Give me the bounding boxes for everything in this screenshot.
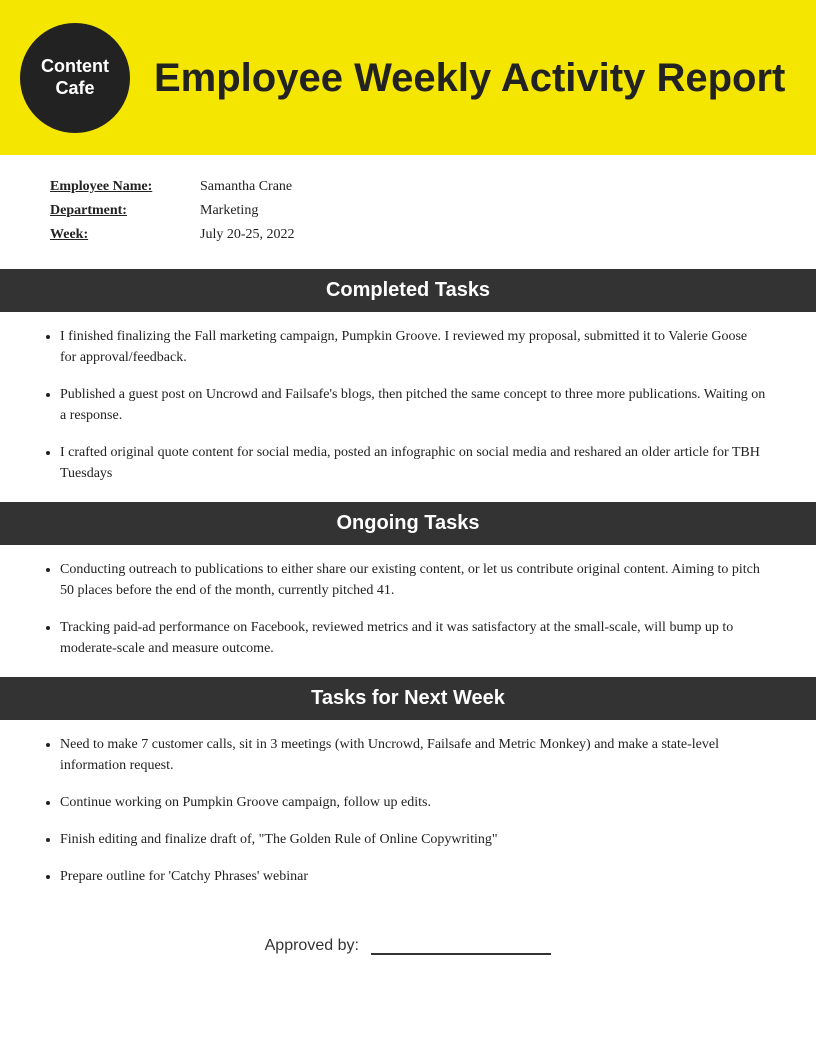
- week-label: Week:: [50, 227, 200, 243]
- week-row: Week: July 20-25, 2022: [50, 227, 766, 243]
- list-item: Finish editing and finalize draft of, "T…: [60, 829, 766, 850]
- employee-name-value: Samantha Crane: [200, 179, 292, 195]
- list-item: Prepare outline for 'Catchy Phrases' web…: [60, 866, 766, 887]
- list-item: Need to make 7 customer calls, sit in 3 …: [60, 734, 766, 776]
- department-label: Department:: [50, 203, 200, 219]
- ongoing-tasks-section: Ongoing Tasks Conducting outreach to pub…: [0, 502, 816, 677]
- list-item: I crafted original quote content for soc…: [60, 442, 766, 484]
- logo-text: ContentCafe: [41, 56, 109, 99]
- department-row: Department: Marketing: [50, 203, 766, 219]
- completed-tasks-list: I finished finalizing the Fall marketing…: [0, 312, 816, 502]
- employee-info: Employee Name: Samantha Crane Department…: [0, 155, 816, 269]
- page-title: Employee Weekly Activity Report: [154, 56, 785, 100]
- completed-tasks-section: Completed Tasks I finished finalizing th…: [0, 269, 816, 502]
- employee-name-row: Employee Name: Samantha Crane: [50, 179, 766, 195]
- approved-line: [371, 935, 551, 955]
- week-value: July 20-25, 2022: [200, 227, 295, 243]
- department-value: Marketing: [200, 203, 258, 219]
- ongoing-tasks-list: Conducting outreach to publications to e…: [0, 545, 816, 677]
- completed-tasks-heading: Completed Tasks: [0, 269, 816, 312]
- approved-section: Approved by:: [0, 905, 816, 985]
- next-week-tasks-heading: Tasks for Next Week: [0, 677, 816, 720]
- page-header: ContentCafe Employee Weekly Activity Rep…: [0, 0, 816, 155]
- employee-name-label: Employee Name:: [50, 179, 200, 195]
- list-item: Conducting outreach to publications to e…: [60, 559, 766, 601]
- next-week-tasks-section: Tasks for Next Week Need to make 7 custo…: [0, 677, 816, 905]
- list-item: Tracking paid-ad performance on Facebook…: [60, 617, 766, 659]
- list-item: I finished finalizing the Fall marketing…: [60, 326, 766, 368]
- list-item: Published a guest post on Uncrowd and Fa…: [60, 384, 766, 426]
- logo: ContentCafe: [20, 23, 130, 133]
- list-item: Continue working on Pumpkin Groove campa…: [60, 792, 766, 813]
- next-week-tasks-list: Need to make 7 customer calls, sit in 3 …: [0, 720, 816, 905]
- ongoing-tasks-heading: Ongoing Tasks: [0, 502, 816, 545]
- approved-label: Approved by:: [265, 937, 359, 954]
